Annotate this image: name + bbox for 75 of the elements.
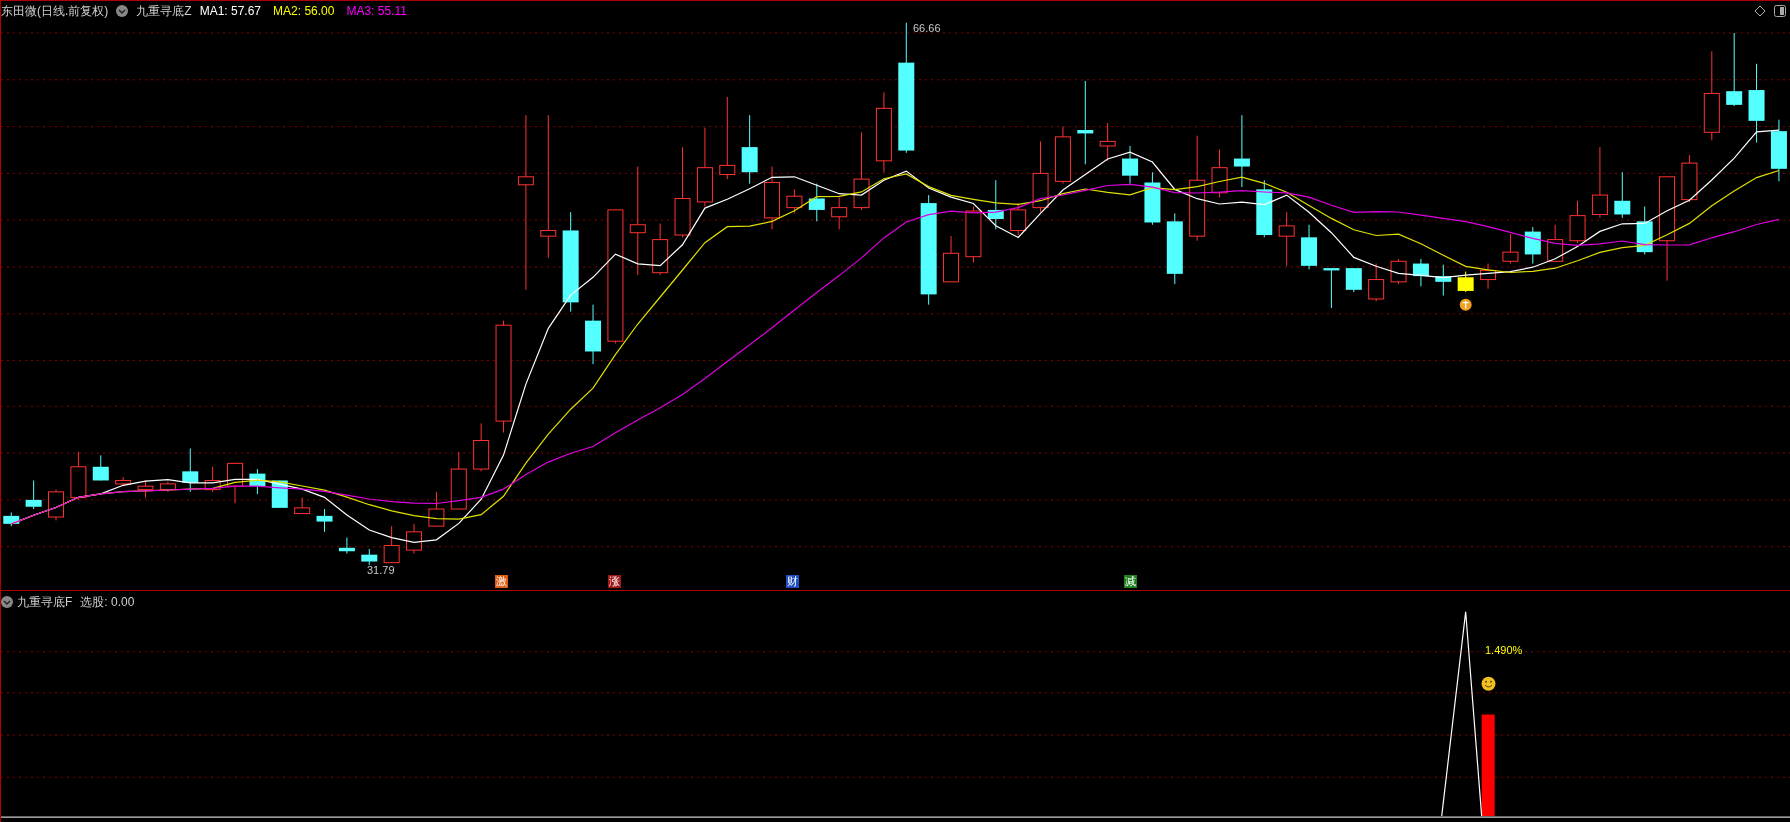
moving-average-value: MA3: 55.11: [346, 3, 407, 20]
candlestick: [338, 537, 355, 555]
candlestick: [450, 451, 467, 510]
candlestick: [786, 188, 803, 214]
signal-marker: 激: [495, 575, 508, 588]
candlestick: [70, 451, 87, 501]
candlestick: [1614, 171, 1631, 219]
candlestick: [1524, 226, 1541, 265]
candlestick: [473, 422, 490, 472]
candlestick: [1256, 179, 1273, 238]
indicator-name: 九重寻底Z: [136, 3, 192, 20]
candlestick: [831, 196, 848, 230]
dropdown-icon[interactable]: [1, 596, 13, 608]
signal-marker: 财: [786, 575, 799, 588]
candlestick: [406, 523, 423, 555]
high-price-label: 66.66: [913, 21, 941, 36]
candlestick: [1054, 126, 1071, 185]
candlestick: [1457, 271, 1474, 293]
candlestick: [428, 491, 445, 527]
candlestick: [652, 223, 669, 276]
candlestick: [1323, 267, 1340, 309]
candlestick: [1144, 171, 1161, 226]
signal-marker: 涨: [608, 575, 621, 588]
candlestick: [383, 525, 400, 564]
candlestick: [1547, 224, 1564, 262]
candlestick: [48, 489, 65, 521]
candlestick: [294, 497, 311, 515]
candlestick: [115, 476, 132, 487]
candlestick: [764, 166, 781, 230]
signal-marker: 减: [1124, 575, 1137, 588]
moving-average-value: MA2: 56.00: [273, 3, 335, 20]
dropdown-icon[interactable]: [116, 5, 129, 17]
candlestick: [1099, 122, 1116, 162]
candlestick: [965, 206, 982, 263]
candlestick: [1681, 154, 1698, 203]
candlestick: [137, 479, 154, 499]
candlestick: [1301, 224, 1318, 270]
candlestick: [249, 468, 266, 495]
candlestick: [1345, 267, 1362, 293]
candlestick: [1390, 258, 1407, 285]
moving-average-value: MA1: 57.67: [199, 3, 262, 20]
candlestick: [361, 548, 378, 566]
candlestick: [1368, 263, 1385, 302]
smiley-icon: [1481, 676, 1496, 691]
candlestick: [987, 179, 1004, 230]
candlestick: [3, 511, 20, 527]
candlestick: [943, 235, 960, 283]
diamond-icon[interactable]: [1754, 5, 1766, 17]
candlestick: [1412, 258, 1429, 287]
candlestick: [1636, 206, 1653, 255]
candlestick: [741, 114, 758, 185]
indicator-value: 选股: 0.00: [80, 594, 135, 611]
low-price-label: 31.79: [367, 563, 395, 578]
stock-title: 东田微(日线.前复权): [1, 3, 109, 20]
candlestick: [585, 304, 602, 365]
candlestick: [227, 462, 244, 504]
candlestick: [1211, 148, 1228, 198]
indicator-name: 九重寻底F: [17, 594, 73, 611]
candlestick: [1502, 233, 1519, 265]
candlestick: [1435, 264, 1452, 297]
candlestick: [316, 508, 333, 533]
candlestick: [204, 466, 221, 493]
percent-label: 1.490%: [1485, 643, 1523, 658]
candlestick: [1278, 211, 1295, 267]
candlestick: [1569, 200, 1586, 244]
candlestick: [1010, 202, 1027, 236]
candlestick: [1480, 263, 1497, 290]
candlestick: [1122, 145, 1139, 185]
candlestick: [92, 454, 109, 481]
candlestick: [808, 183, 825, 222]
candlestick: [182, 448, 199, 493]
candlestick: [25, 479, 42, 510]
candlestick: [1770, 119, 1787, 182]
panel-toggle-icon[interactable]: [1774, 5, 1786, 17]
candlestick: [159, 481, 176, 493]
